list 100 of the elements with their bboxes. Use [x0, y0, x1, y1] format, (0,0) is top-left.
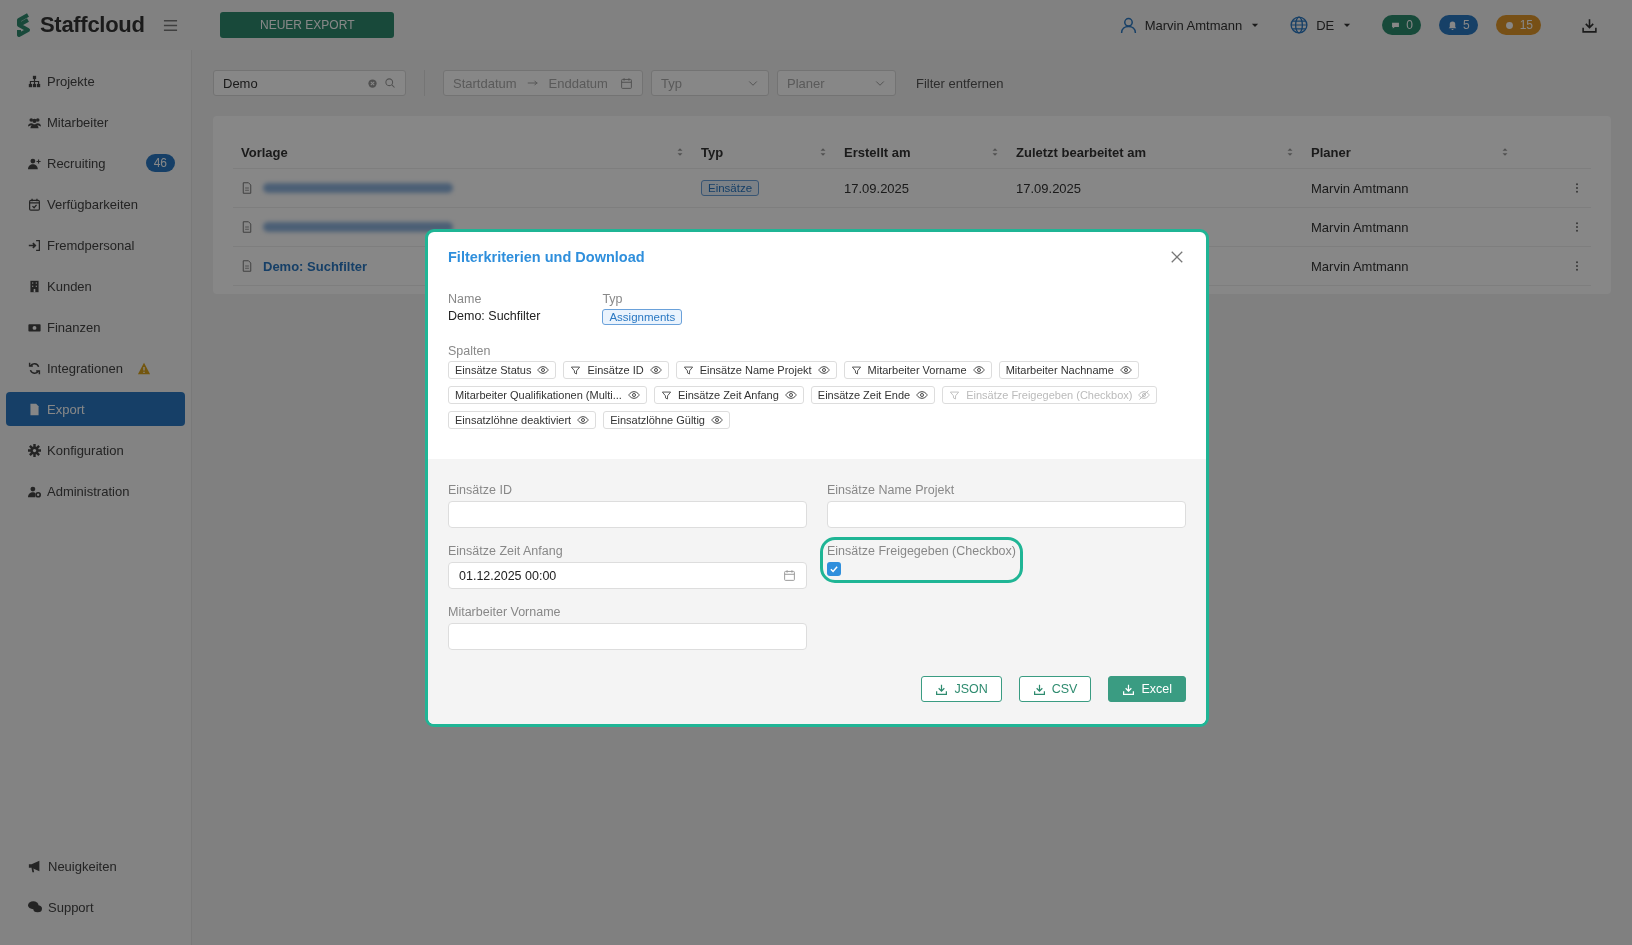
eye-icon: [710, 414, 723, 426]
input-field[interactable]: [448, 623, 807, 650]
user-icon: [1119, 16, 1137, 34]
sidebar-item[interactable]: Verfügbarkeiten: [6, 187, 185, 221]
table-cell: Marvin Amtmann: [1311, 258, 1409, 274]
column-header[interactable]: Erstellt am: [844, 144, 911, 160]
field-label: Name: [448, 292, 483, 306]
eye-slash-icon: [1138, 389, 1151, 401]
download-button[interactable]: CSV: [1018, 676, 1092, 702]
filter-icon: [660, 389, 672, 401]
download-icon: [1032, 682, 1046, 696]
filter-icon: [570, 364, 582, 376]
download-icon: [935, 682, 949, 696]
sidebar-item[interactable]: Neuigkeiten: [6, 849, 185, 883]
check-icon: [829, 564, 839, 574]
warning-icon: [136, 361, 151, 375]
language-selector[interactable]: DE: [1316, 17, 1335, 33]
user-plus-icon: [28, 156, 41, 170]
column-chip[interactable]: Einsätze Name Projekt: [675, 361, 837, 379]
column-chip[interactable]: Einsätze Zeit Anfang: [653, 386, 804, 404]
download-icon: [1122, 682, 1136, 696]
sidebar-item[interactable]: Mitarbeiter: [6, 105, 185, 139]
document-icon: [241, 260, 253, 272]
type-tag: Assignments: [602, 309, 683, 325]
sidebar-item[interactable]: Support: [6, 890, 185, 924]
column-chip[interactable]: Mitarbeiter Nachname: [998, 361, 1139, 379]
download-button[interactable]: Excel: [1108, 676, 1186, 702]
download-button[interactable]: JSON: [921, 676, 1002, 702]
field-label: Einsätze Zeit Anfang: [448, 544, 564, 558]
download-icon: [1581, 16, 1598, 34]
column-header[interactable]: Vorlage: [241, 144, 288, 160]
column-chip[interactable]: Mitarbeiter Qualifikationen (Multi...: [448, 386, 647, 404]
field-label: Einsätze ID: [448, 483, 513, 497]
search-field[interactable]: Demo: [213, 70, 406, 96]
search-icon: [384, 77, 396, 89]
sidebar-item[interactable]: Export: [6, 392, 185, 426]
sidebar-item[interactable]: Kunden: [6, 269, 185, 303]
counter-badge[interactable]: 5: [1438, 15, 1478, 35]
sidebar-item[interactable]: Finanzen: [6, 310, 185, 344]
user-name[interactable]: Marvin Amtmann: [1144, 17, 1243, 33]
counter-badge[interactable]: 0: [1382, 15, 1421, 35]
column-chip[interactable]: Einsätze Status: [448, 361, 557, 379]
coin-icon: [1503, 19, 1515, 31]
menu-icon: [162, 17, 178, 33]
column-header[interactable]: Zuletzt bearbeitet am: [1016, 144, 1147, 160]
eye-icon: [537, 364, 550, 376]
new-export-button[interactable]: NEUER EXPORT: [220, 12, 395, 38]
field-label: Typ: [602, 292, 623, 306]
date-field[interactable]: 01.12.2025 00:00: [448, 562, 807, 589]
input-field[interactable]: [827, 501, 1186, 528]
column-chip[interactable]: Einsätze ID: [563, 361, 669, 379]
template-link[interactable]: Demo: Suchfilter: [263, 258, 367, 274]
building-icon: [28, 279, 41, 293]
calendar-check-icon: [28, 197, 41, 211]
column-header[interactable]: Typ: [701, 144, 724, 160]
people-icon: [28, 115, 41, 129]
field-label: Mitarbeiter Vorname: [448, 605, 562, 619]
eye-icon: [627, 389, 640, 401]
sort-icon: [818, 147, 828, 157]
table-cell: Marvin Amtmann: [1311, 180, 1409, 196]
input-field[interactable]: [448, 501, 807, 528]
eye-icon: [577, 414, 590, 426]
user-gear-icon: [28, 484, 41, 498]
field-label: Einsätze Freigegeben (Checkbox): [827, 544, 1016, 558]
filter-icon: [682, 364, 694, 376]
calendar-icon: [783, 569, 796, 582]
field-label: Einsätze Name Projekt: [827, 483, 956, 497]
type-tag: Einsätze: [701, 180, 760, 196]
app-logo: Staffcloud: [40, 12, 145, 38]
globe-icon: [1290, 16, 1309, 34]
sidebar-item[interactable]: Administration: [6, 474, 185, 508]
calendar-icon: [620, 76, 633, 90]
sync-icon: [28, 361, 41, 375]
megaphone-icon: [28, 859, 42, 873]
sidebar-item[interactable]: Fremdpersonal: [6, 228, 185, 262]
sidebar-item[interactable]: Recruiting 46: [6, 146, 185, 180]
count-badge: 46: [145, 154, 175, 172]
document-icon: [241, 221, 253, 233]
clear-filters-link[interactable]: Filter entfernen: [916, 75, 1004, 91]
table-cell: 17.09.2025: [1016, 180, 1082, 196]
column-chip[interactable]: Mitarbeiter Vorname: [843, 361, 992, 379]
file-icon: [28, 402, 41, 416]
eye-icon: [916, 389, 929, 401]
sidebar-item[interactable]: Konfiguration: [6, 433, 185, 467]
eye-icon: [784, 389, 797, 401]
column-chip[interactable]: Einsatzlöhne Gültig: [603, 411, 730, 429]
sort-icon: [990, 147, 1000, 157]
column-chip[interactable]: Einsatzlöhne deaktiviert: [448, 411, 597, 429]
sort-icon: [1285, 147, 1295, 157]
checkbox[interactable]: [827, 562, 841, 576]
eye-icon: [972, 364, 985, 376]
column-chip[interactable]: Einsätze Zeit Ende: [810, 386, 936, 404]
eye-icon: [1119, 364, 1132, 376]
eye-icon: [817, 364, 830, 376]
sidebar-item[interactable]: Projekte: [6, 64, 185, 98]
field-label: Spalten: [448, 344, 491, 358]
column-header[interactable]: Planer: [1311, 144, 1351, 160]
sidebar-item[interactable]: Integrationen: [6, 351, 185, 385]
eye-icon: [649, 364, 662, 376]
gear-icon: [28, 443, 41, 457]
